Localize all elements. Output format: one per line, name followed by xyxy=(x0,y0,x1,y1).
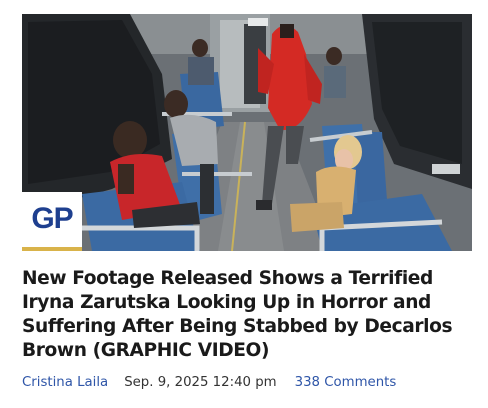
logo-text: GP xyxy=(31,201,73,235)
author-link[interactable]: Cristina Laila xyxy=(22,375,108,390)
logo-stripe xyxy=(22,247,82,251)
article-headline[interactable]: New Footage Released Shows a Terrified I… xyxy=(22,267,472,363)
article-card: GP New Footage Released Shows a Terrifie… xyxy=(0,0,488,408)
train-interior-scene xyxy=(22,14,472,251)
gp-logo-icon[interactable]: GP xyxy=(22,192,82,251)
article-image[interactable]: GP xyxy=(22,14,472,251)
publish-date: Sep. 9, 2025 12:40 pm xyxy=(124,375,277,390)
article-meta: Cristina Laila Sep. 9, 2025 12:40 pm 338… xyxy=(22,375,472,390)
comments-link[interactable]: 338 Comments xyxy=(295,375,397,390)
